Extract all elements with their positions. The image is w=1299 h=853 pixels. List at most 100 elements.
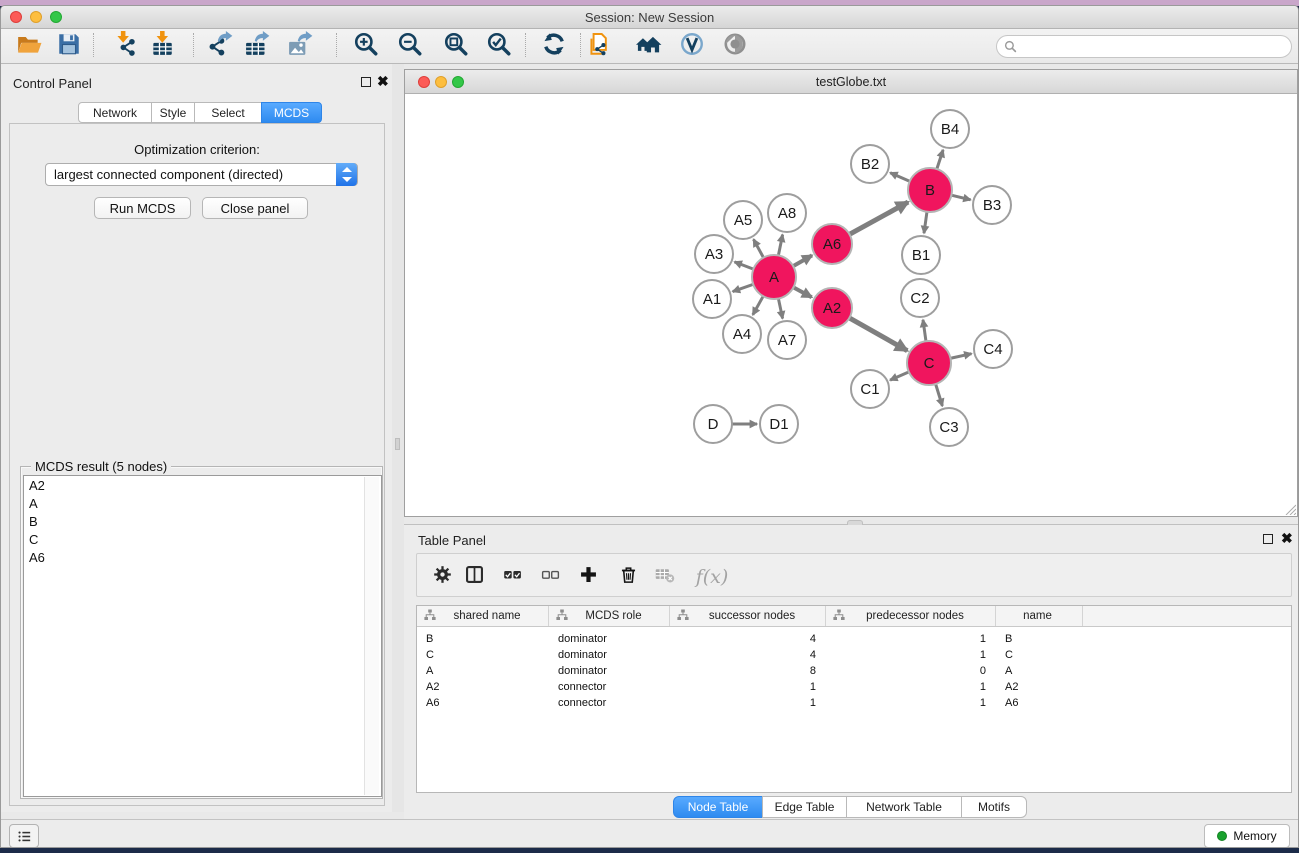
deselect-all-checkboxes-button[interactable] (538, 565, 562, 589)
search-input[interactable] (996, 35, 1292, 58)
table-row[interactable]: Cdominator41C (417, 647, 1291, 663)
column-header-MCDS-role[interactable]: MCDS role (549, 606, 670, 626)
tab-motifs[interactable]: Motifs (961, 796, 1027, 818)
column-header-name[interactable]: name (996, 606, 1083, 626)
graph-node-D[interactable]: D (694, 405, 732, 443)
export-table-button[interactable] (243, 31, 273, 61)
graph-node-D1[interactable]: D1 (760, 405, 798, 443)
clone-network-button[interactable] (584, 31, 614, 61)
refresh-button[interactable] (539, 31, 569, 61)
graph-node-C4[interactable]: C4 (974, 330, 1012, 368)
close-panel-button[interactable]: Close panel (202, 197, 308, 219)
graph-edge-A2-C[interactable] (849, 317, 908, 350)
show-hide-panel-button[interactable] (720, 31, 750, 61)
graph-edge-B-B2[interactable] (890, 173, 911, 182)
graph-edge-B-B3[interactable] (950, 195, 970, 200)
close-panel-icon[interactable]: ✖ (377, 73, 389, 89)
graph-edge-B-B1[interactable] (924, 211, 927, 233)
zoom-out-button[interactable] (395, 31, 425, 61)
graph-edge-A-A1[interactable] (733, 284, 755, 292)
graph-node-A6[interactable]: A6 (812, 224, 852, 264)
graph-node-C[interactable]: C (907, 341, 951, 385)
graph-edge-C-C4[interactable] (950, 354, 972, 359)
graph-edge-B-B4[interactable] (937, 150, 944, 170)
mcds-result-item[interactable]: A (24, 494, 381, 512)
graph-node-A1[interactable]: A1 (693, 280, 731, 318)
tab-style[interactable]: Style (151, 102, 195, 123)
result-scrollbar[interactable] (364, 477, 379, 795)
criterion-dropdown[interactable]: largest connected component (directed) (45, 163, 358, 186)
tab-mcds[interactable]: MCDS (261, 102, 322, 123)
tab-network[interactable]: Network (78, 102, 152, 123)
save-session-button[interactable] (54, 31, 84, 61)
network-graph-canvas[interactable]: B4 B2 B B3 A8A5 A6 A3 B1 A C2 A1 A2 A4A7 C4 C C1 C3 D D1 (405, 94, 1297, 516)
column-header-predecessor-nodes[interactable]: predecessor nodes (826, 606, 996, 626)
horizontal-splitter-grip[interactable] (847, 520, 863, 525)
mcds-result-item[interactable]: A2 (24, 476, 381, 494)
table-close-icon[interactable]: ✖ (1281, 530, 1293, 546)
graph-edge-A-A6[interactable] (792, 255, 812, 266)
import-network-button[interactable] (110, 31, 140, 61)
graph-node-A3[interactable]: A3 (695, 235, 733, 273)
table-row[interactable]: Adominator80A (417, 663, 1291, 679)
mcds-result-list[interactable]: A2ABCA6 (23, 475, 382, 797)
graph-node-B2[interactable]: B2 (851, 145, 889, 183)
open-file-button[interactable] (14, 31, 44, 61)
mcds-result-item[interactable]: A6 (24, 548, 381, 566)
graph-node-B4[interactable]: B4 (931, 110, 969, 148)
tab-network-table[interactable]: Network Table (846, 796, 962, 818)
graph-edge-C-C1[interactable] (890, 372, 910, 381)
graph-node-A7[interactable]: A7 (768, 321, 806, 359)
home-button[interactable] (634, 31, 664, 61)
add-column-button[interactable] (576, 565, 600, 589)
graph-edge-A-A8[interactable] (778, 235, 782, 257)
zoom-in-button[interactable] (351, 31, 381, 61)
graph-node-C3[interactable]: C3 (930, 408, 968, 446)
delete-column-button[interactable] (616, 565, 640, 589)
graph-edge-C-C3[interactable] (935, 383, 942, 406)
graph-edge-A-A7[interactable] (778, 298, 782, 319)
export-network-button[interactable] (206, 31, 236, 61)
table-row[interactable]: Bdominator41B (417, 631, 1291, 647)
mcds-result-item[interactable]: B (24, 512, 381, 530)
zoom-fit-button[interactable] (441, 31, 471, 61)
tab-edge-table[interactable]: Edge Table (762, 796, 847, 818)
graph-node-A4[interactable]: A4 (723, 315, 761, 353)
import-table-button[interactable] (147, 31, 177, 61)
column-header-shared-name[interactable]: shared name (417, 606, 549, 626)
columns-button[interactable] (462, 565, 486, 589)
memory-button[interactable]: Memory (1204, 824, 1290, 848)
export-image-button[interactable] (286, 31, 316, 61)
graph-edge-A6-B[interactable] (849, 202, 909, 235)
graph-edge-C-C2[interactable] (923, 320, 926, 342)
resize-grip-icon[interactable] (1284, 503, 1296, 515)
graph-node-C1[interactable]: C1 (851, 370, 889, 408)
graph-node-A2[interactable]: A2 (812, 288, 852, 328)
tab-node-table[interactable]: Node Table (673, 796, 763, 818)
table-row[interactable]: A6connector11A6 (417, 695, 1291, 711)
settings-gear-button[interactable] (430, 565, 454, 589)
graph-edge-A-A5[interactable] (754, 239, 765, 258)
graphics-details-button[interactable] (677, 31, 707, 61)
graph-node-B[interactable]: B (908, 168, 952, 212)
graph-node-C2[interactable]: C2 (901, 279, 939, 317)
select-all-checkboxes-button[interactable] (500, 565, 524, 589)
graph-node-B1[interactable]: B1 (902, 236, 940, 274)
graph-edge-A-A3[interactable] (735, 262, 755, 270)
run-mcds-button[interactable]: Run MCDS (94, 197, 191, 219)
graph-edge-A-A2[interactable] (793, 287, 812, 297)
tab-select[interactable]: Select (194, 102, 262, 123)
table-float-icon[interactable] (1263, 534, 1273, 544)
graph-node-A[interactable]: A (752, 255, 796, 299)
zoom-selected-button[interactable] (484, 31, 514, 61)
task-history-button[interactable] (9, 824, 39, 848)
graph-edge-A-A4[interactable] (753, 295, 764, 315)
table-row[interactable]: A2connector11A2 (417, 679, 1291, 695)
graph-node-A5[interactable]: A5 (724, 201, 762, 239)
float-panel-icon[interactable] (361, 77, 371, 87)
column-header-successor-nodes[interactable]: successor nodes (670, 606, 826, 626)
graph-node-B3[interactable]: B3 (973, 186, 1011, 224)
graph-node-A8[interactable]: A8 (768, 194, 806, 232)
vertical-splitter[interactable] (392, 64, 404, 812)
mcds-result-item[interactable]: C (24, 530, 381, 548)
